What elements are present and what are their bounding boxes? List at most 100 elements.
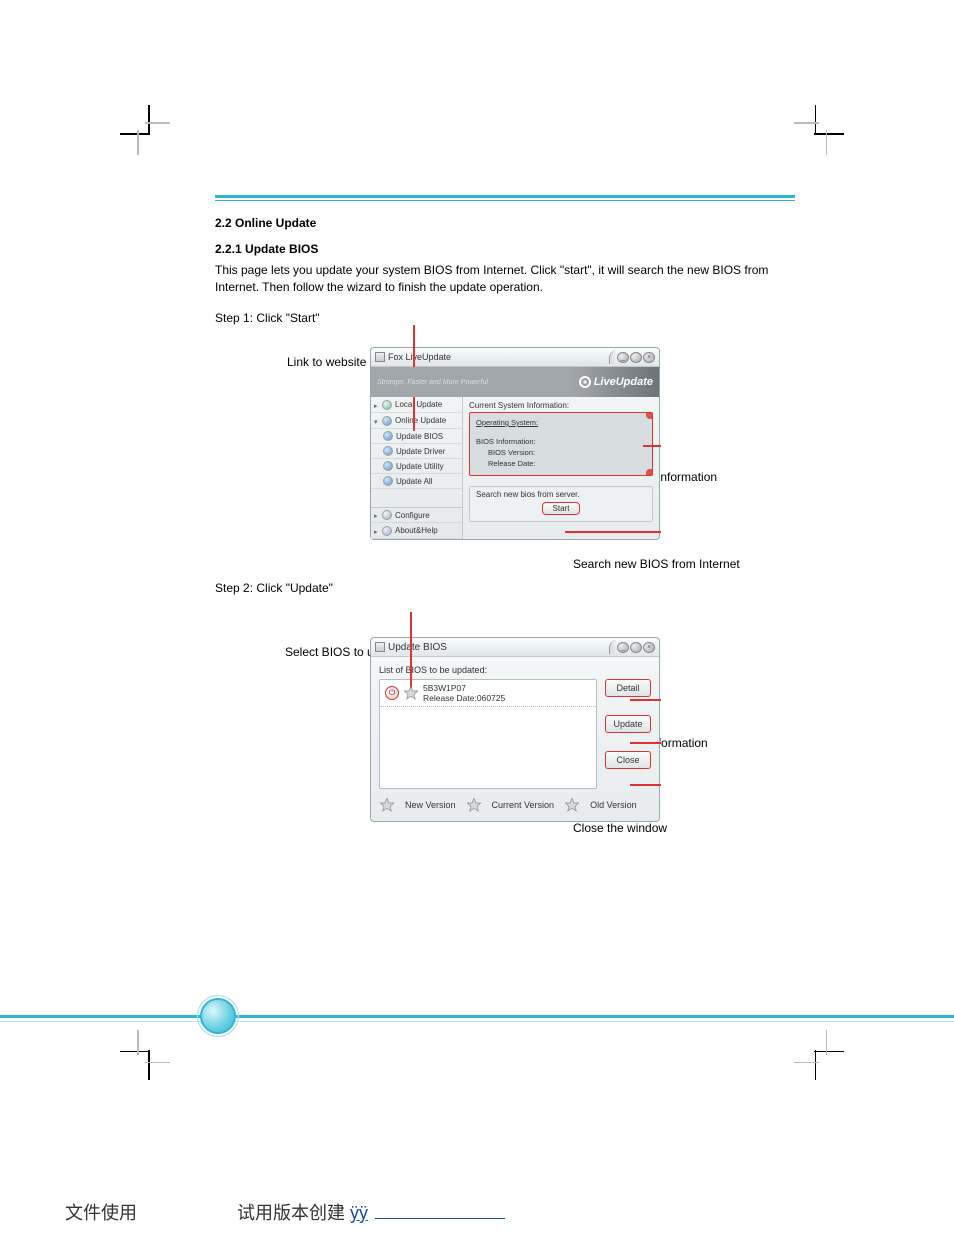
liveupdate-window: Fox LiveUpdate _ × Stronger, Faster and …: [370, 347, 660, 540]
step2-label: Step 2: Click "Update": [215, 580, 795, 597]
dialog-title: Update BIOS: [388, 642, 447, 653]
brand-icon: [579, 376, 591, 388]
minimize-button[interactable]: _: [617, 352, 629, 363]
sidebar-item-label: Update Utility: [396, 462, 444, 471]
sidebar: ▸ Local Update ▾ Online Update Update BI…: [371, 397, 463, 539]
callout-line: [630, 742, 661, 744]
titlebar-curve: [609, 640, 617, 654]
star-new-icon: [379, 797, 395, 813]
globe-icon: [383, 461, 393, 471]
version-legend: New Version Current Version Old Version: [379, 797, 651, 813]
close-dialog-button[interactable]: Close: [605, 751, 651, 769]
star-icon: [403, 685, 419, 701]
sidebar-item-update-all[interactable]: Update All: [371, 474, 462, 489]
window-title: Fox LiveUpdate: [388, 352, 451, 362]
star-current-icon: [466, 797, 482, 813]
sidebar-item-online-update[interactable]: ▾ Online Update: [371, 413, 462, 429]
footer-text-left: 文件使用: [65, 1203, 137, 1223]
list-label: List of BIOS to be updated:: [379, 665, 651, 675]
help-icon: [382, 526, 392, 536]
bios-version-label: BIOS Version:: [476, 447, 646, 458]
bios-list-item[interactable]: ⏻ 5B3W1P07 Release Date:060725: [380, 680, 596, 707]
sidebar-item-update-bios[interactable]: Update BIOS: [371, 429, 462, 444]
sidebar-item-local-update[interactable]: ▸ Local Update: [371, 397, 462, 413]
legend-new: New Version: [405, 800, 456, 810]
maximize-button[interactable]: [630, 352, 642, 363]
expand-arrow-icon: ▸: [374, 528, 380, 534]
start-button[interactable]: Start: [542, 502, 581, 515]
expand-arrow-icon: ▸: [374, 512, 380, 518]
csi-heading: Current System Information:: [469, 401, 653, 410]
sidebar-item-label: Update Driver: [396, 447, 445, 456]
globe-icon: [383, 431, 393, 441]
update-button[interactable]: Update: [605, 715, 651, 733]
callout-search-bios: Search new BIOS from Internet: [573, 557, 740, 571]
expand-arrow-icon: ▸: [374, 402, 380, 408]
app-icon: [375, 352, 385, 362]
sidebar-item-update-driver[interactable]: Update Driver: [371, 444, 462, 459]
brand: LiveUpdate: [579, 376, 653, 388]
content-panel: Current System Information: Operating Sy…: [463, 397, 659, 539]
callout-line: [565, 531, 661, 533]
sidebar-item-label: Update All: [396, 477, 432, 486]
maximize-button[interactable]: [630, 642, 642, 653]
select-radio-icon[interactable]: ⏻: [385, 686, 399, 700]
star-old-icon: [564, 797, 580, 813]
callout-close-window: Close the window: [573, 821, 667, 835]
bios-list[interactable]: ⏻ 5B3W1P07 Release Date:060725: [379, 679, 597, 789]
callout-line: [630, 699, 661, 701]
page-content: 2.2 Online Update 2.2.1 Update BIOS This…: [215, 195, 795, 822]
sidebar-item-label: Update BIOS: [396, 432, 443, 441]
close-button[interactable]: ×: [643, 352, 655, 363]
sidebar-item-label: Online Update: [395, 416, 446, 425]
titlebar-curve: [609, 350, 617, 364]
bios-name: 5B3W1P07: [423, 683, 505, 693]
sidebar-item-about-help[interactable]: ▸ About&Help: [371, 523, 462, 539]
footer: 文件使用 试用版本创建 ÿÿ: [0, 1199, 954, 1225]
update-bios-dialog: Update BIOS _ × List of BIOS to be updat…: [370, 637, 660, 822]
footer-link[interactable]: ÿÿ: [350, 1203, 368, 1223]
gear-icon: [382, 510, 392, 520]
sidebar-item-label: About&Help: [395, 526, 438, 535]
banner: Stronger, Faster and More Powerful LiveU…: [371, 367, 659, 397]
highlight-corner-icon: [646, 469, 652, 475]
callout-line: [630, 784, 661, 786]
app-icon: [375, 642, 385, 652]
detail-button[interactable]: Detail: [605, 679, 651, 697]
sidebar-item-configure[interactable]: ▸ Configure: [371, 507, 462, 523]
legend-current: Current Version: [492, 800, 555, 810]
system-info-box: Operating System: BIOS Information: BIOS…: [469, 412, 653, 476]
search-label: Search new bios from server.: [476, 490, 646, 499]
intro-text: This page lets you update your system BI…: [215, 262, 795, 296]
section-rule: [215, 195, 795, 198]
globe-icon: [383, 476, 393, 486]
highlight-corner-icon: [646, 413, 652, 419]
screenshot-update-bios-dialog: Update BIOS _ × List of BIOS to be updat…: [370, 637, 660, 822]
globe-icon: [383, 446, 393, 456]
sidebar-item-label: Local Update: [395, 400, 442, 409]
sidebar-item-label: Configure: [395, 511, 430, 520]
subsection-title: 2.2.1 Update BIOS: [215, 242, 795, 256]
section-title: 2.2 Online Update: [215, 216, 795, 230]
os-label: Operating System:: [476, 417, 646, 428]
callout-link-website: Link to website: [287, 355, 366, 369]
bios-release-date: Release Date:060725: [423, 693, 505, 703]
local-update-icon: [382, 400, 392, 410]
banner-tagline: Stronger, Faster and More Powerful: [377, 379, 488, 386]
dialog-titlebar: Update BIOS _ ×: [371, 638, 659, 657]
brand-label: LiveUpdate: [594, 376, 653, 388]
close-button[interactable]: ×: [643, 642, 655, 653]
bios-info-label: BIOS Information:: [476, 436, 646, 447]
screenshot-liveupdate-window: Fox LiveUpdate _ × Stronger, Faster and …: [370, 347, 660, 540]
collapse-arrow-icon: ▾: [374, 418, 380, 424]
callout-line: [410, 612, 412, 688]
release-date-label: Release Date:: [476, 458, 646, 469]
minimize-button[interactable]: _: [617, 642, 629, 653]
search-box: Search new bios from server. Start: [469, 486, 653, 522]
callout-line: [643, 445, 661, 447]
online-update-icon: [382, 416, 392, 426]
step1-label: Step 1: Click "Start": [215, 310, 795, 327]
legend-old: Old Version: [590, 800, 637, 810]
sidebar-item-update-utility[interactable]: Update Utility: [371, 459, 462, 474]
footer-text-mid: 试用版本创建: [237, 1203, 345, 1223]
